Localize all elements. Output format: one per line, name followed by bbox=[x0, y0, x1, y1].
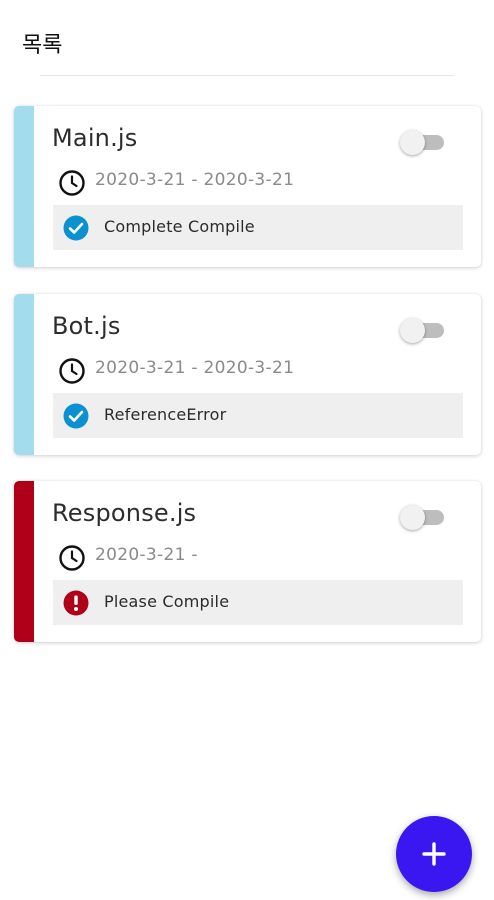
status-text: ReferenceError bbox=[104, 405, 227, 424]
clock-icon bbox=[59, 545, 85, 571]
clock-icon bbox=[59, 170, 85, 196]
card-date-range: 2020-3-21 - bbox=[95, 545, 198, 565]
status-stripe bbox=[14, 294, 34, 455]
status-text: Complete Compile bbox=[104, 217, 255, 236]
header-divider bbox=[40, 75, 454, 76]
card-file-name: Response.js bbox=[52, 499, 197, 527]
file-card[interactable]: Main.js 2020-3-21 - 2020-3-21 Complete C… bbox=[14, 106, 481, 267]
status-bar: ReferenceError bbox=[53, 393, 463, 438]
check-circle-icon bbox=[63, 403, 89, 429]
page-title: 목록 bbox=[22, 33, 63, 58]
status-bar: Please Compile bbox=[53, 580, 463, 625]
card-file-name: Main.js bbox=[52, 124, 138, 152]
file-card[interactable]: Response.js 2020-3-21 - Please Compile bbox=[14, 481, 481, 642]
status-stripe bbox=[14, 106, 34, 267]
status-text: Please Compile bbox=[104, 592, 230, 611]
error-circle-icon bbox=[63, 590, 89, 616]
file-card[interactable]: Bot.js 2020-3-21 - 2020-3-21 ReferenceEr… bbox=[14, 294, 481, 455]
status-bar: Complete Compile bbox=[53, 205, 463, 250]
clock-icon bbox=[59, 358, 85, 384]
card-toggle[interactable] bbox=[400, 503, 444, 531]
add-button[interactable] bbox=[396, 816, 472, 892]
card-toggle[interactable] bbox=[400, 128, 444, 156]
toggle-thumb bbox=[400, 318, 425, 343]
card-toggle[interactable] bbox=[400, 316, 444, 344]
card-date-range: 2020-3-21 - 2020-3-21 bbox=[95, 358, 295, 378]
card-date-range: 2020-3-21 - 2020-3-21 bbox=[95, 170, 295, 190]
plus-icon bbox=[422, 842, 446, 866]
toggle-thumb bbox=[400, 505, 425, 530]
check-circle-icon bbox=[63, 215, 89, 241]
toggle-thumb bbox=[400, 130, 425, 155]
card-file-name: Bot.js bbox=[52, 312, 121, 340]
status-stripe bbox=[14, 481, 34, 642]
